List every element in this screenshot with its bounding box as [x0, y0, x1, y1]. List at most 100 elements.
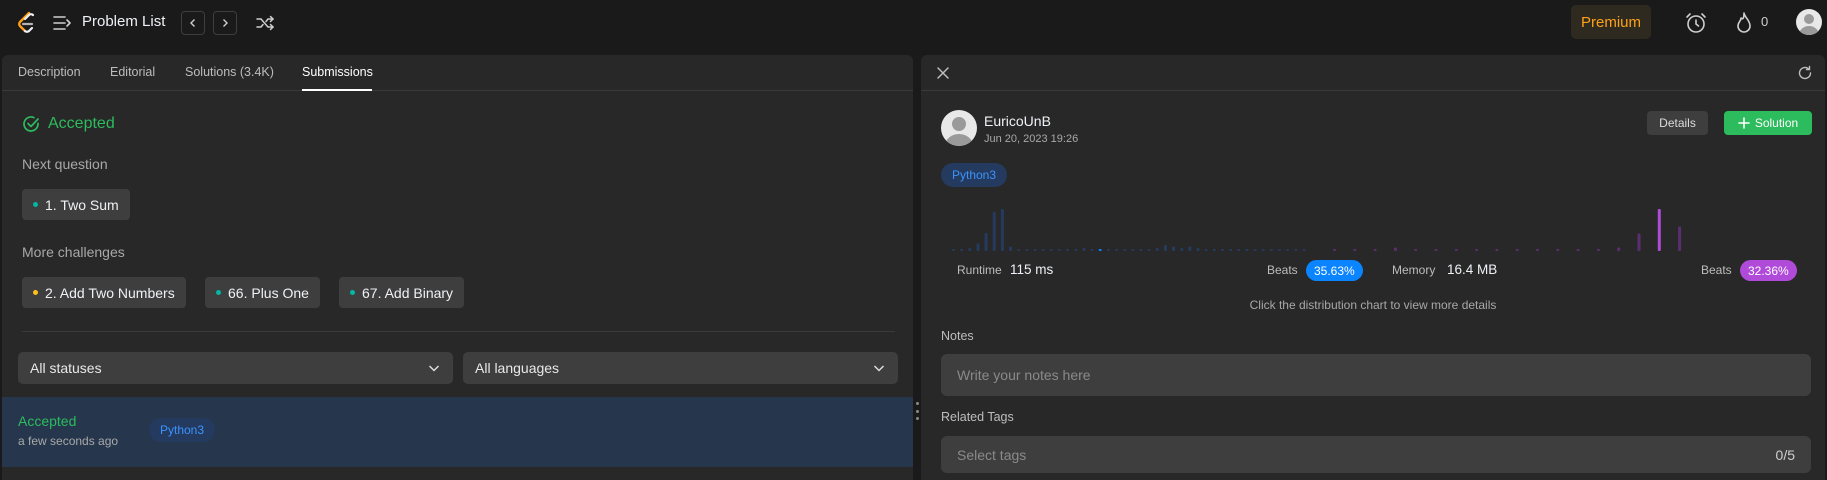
tags-select[interactable]: Select tags 0/5	[941, 436, 1811, 473]
plus-icon	[1738, 117, 1750, 129]
user-avatar[interactable]	[1796, 9, 1822, 35]
result-status: Accepted	[48, 115, 115, 132]
difficulty-dot	[33, 290, 38, 295]
language-filter-select[interactable]: All languages	[463, 352, 898, 384]
memory-bar	[1637, 233, 1641, 251]
challenge-chip[interactable]: 67. Add Binary	[339, 277, 465, 308]
challenge-chip[interactable]: 2. Add Two Numbers	[22, 277, 186, 308]
runtime-bar	[1229, 249, 1233, 251]
memory-bar	[1414, 249, 1418, 251]
chevron-right-icon	[223, 19, 228, 27]
memory-bar	[1657, 209, 1661, 251]
author-avatar[interactable]	[941, 110, 977, 146]
difficulty-dot	[33, 202, 38, 207]
prev-problem-button[interactable]	[181, 11, 205, 35]
runtime-bar	[1123, 249, 1127, 251]
runtime-bar	[1025, 249, 1029, 251]
tab-bar: Description Editorial Solutions (3.4K) S…	[2, 55, 913, 91]
runtime-bar	[1286, 249, 1290, 251]
leetcode-logo-icon[interactable]	[16, 11, 36, 35]
runtime-bar	[1245, 249, 1249, 251]
challenge-chip[interactable]: 66. Plus One	[205, 277, 320, 308]
runtime-bar	[1017, 249, 1021, 251]
notes-placeholder: Write your notes here	[957, 367, 1091, 383]
divider	[22, 331, 895, 332]
tags-count: 0/5	[1775, 446, 1795, 463]
runtime-bar	[952, 249, 955, 251]
runtime-bar	[1196, 248, 1200, 251]
result-header: Accepted	[22, 115, 115, 133]
runtime-bar	[1220, 249, 1224, 251]
tags-placeholder: Select tags	[957, 446, 1027, 463]
author-name[interactable]: EuricoUnB	[984, 113, 1051, 129]
memory-bar	[1596, 249, 1600, 251]
chevron-down-icon	[873, 365, 885, 372]
runtime-beats-badge: 35.63%	[1306, 260, 1363, 281]
next-question-label: Next question	[22, 156, 108, 172]
tab-solutions[interactable]: Solutions (3.4K)	[185, 65, 274, 79]
panel-resize-handle[interactable]	[914, 402, 920, 420]
memory-bar	[1475, 249, 1479, 251]
runtime-bar	[1147, 249, 1151, 251]
post-solution-button[interactable]: Solution	[1724, 111, 1812, 135]
runtime-bar	[1106, 249, 1110, 251]
runtime-bar	[1098, 249, 1102, 251]
language-filter-value: All languages	[475, 360, 560, 376]
refresh-icon[interactable]	[1797, 65, 1813, 81]
status-filter-value: All statuses	[30, 360, 102, 376]
runtime-bar	[1000, 209, 1004, 251]
runtime-bar	[1057, 249, 1061, 251]
next-problem-button[interactable]	[213, 11, 237, 35]
solution-label: Solution	[1754, 116, 1799, 130]
panel-header	[921, 55, 1825, 91]
runtime-bar	[1172, 246, 1176, 251]
runtime-bar	[1090, 249, 1094, 251]
problem-list-link[interactable]: Problem List	[82, 13, 165, 30]
runtime-bar	[1212, 249, 1216, 251]
runtime-bar	[1139, 249, 1143, 251]
right-panel: EuricoUnB Jun 20, 2023 19:26 Details Sol…	[921, 55, 1825, 480]
memory-bar	[1434, 249, 1438, 251]
difficulty-dot	[216, 290, 221, 295]
runtime-bar	[992, 212, 996, 251]
premium-button[interactable]: Premium	[1571, 5, 1651, 39]
alarm-clock-icon[interactable]	[1684, 11, 1708, 35]
chart-hint: Click the distribution chart to view mor…	[1249, 298, 1497, 312]
runtime-bar	[1066, 249, 1070, 251]
streak-flame-icon[interactable]	[1733, 11, 1755, 35]
notes-input[interactable]: Write your notes here	[941, 354, 1811, 396]
shuffle-icon[interactable]	[255, 13, 275, 33]
notes-label: Notes	[941, 329, 974, 343]
author-avatar-icon	[945, 117, 973, 146]
close-icon[interactable]	[935, 65, 951, 81]
more-challenges-label: More challenges	[22, 244, 125, 260]
challenge-title: 66. Plus One	[228, 284, 309, 301]
next-question-chip[interactable]: 1. Two Sum	[22, 189, 130, 220]
runtime-bar	[1302, 249, 1306, 251]
runtime-bar	[1041, 249, 1045, 251]
left-panel: Description Editorial Solutions (3.4K) S…	[2, 55, 913, 480]
problem-list-icon[interactable]	[52, 14, 72, 32]
tab-description[interactable]: Description	[18, 65, 81, 79]
memory-label: Memory	[1392, 263, 1436, 277]
runtime-bar	[1253, 249, 1257, 251]
next-question-title: 1. Two Sum	[45, 196, 119, 213]
runtime-bar	[960, 249, 964, 251]
distribution-chart[interactable]	[938, 173, 1808, 253]
tab-submissions[interactable]: Submissions	[302, 65, 373, 79]
runtime-bar	[1188, 246, 1192, 251]
streak-count: 0	[1761, 14, 1769, 29]
runtime-bar	[1237, 249, 1241, 251]
memory-value: 16.4 MB	[1447, 262, 1498, 277]
details-button[interactable]: Details	[1647, 111, 1708, 135]
runtime-bar	[984, 233, 988, 251]
tab-editorial[interactable]: Editorial	[110, 65, 155, 79]
runtime-label: Runtime	[957, 263, 1002, 277]
challenge-title: 2. Add Two Numbers	[45, 284, 175, 301]
memory-bar	[1515, 249, 1519, 251]
submission-row[interactable]: Accepted a few seconds ago Python3	[2, 397, 913, 467]
runtime-bar	[1269, 249, 1273, 251]
submission-language-badge: Python3	[149, 418, 216, 442]
status-filter-select[interactable]: All statuses	[18, 352, 453, 384]
memory-bar	[1373, 249, 1377, 251]
